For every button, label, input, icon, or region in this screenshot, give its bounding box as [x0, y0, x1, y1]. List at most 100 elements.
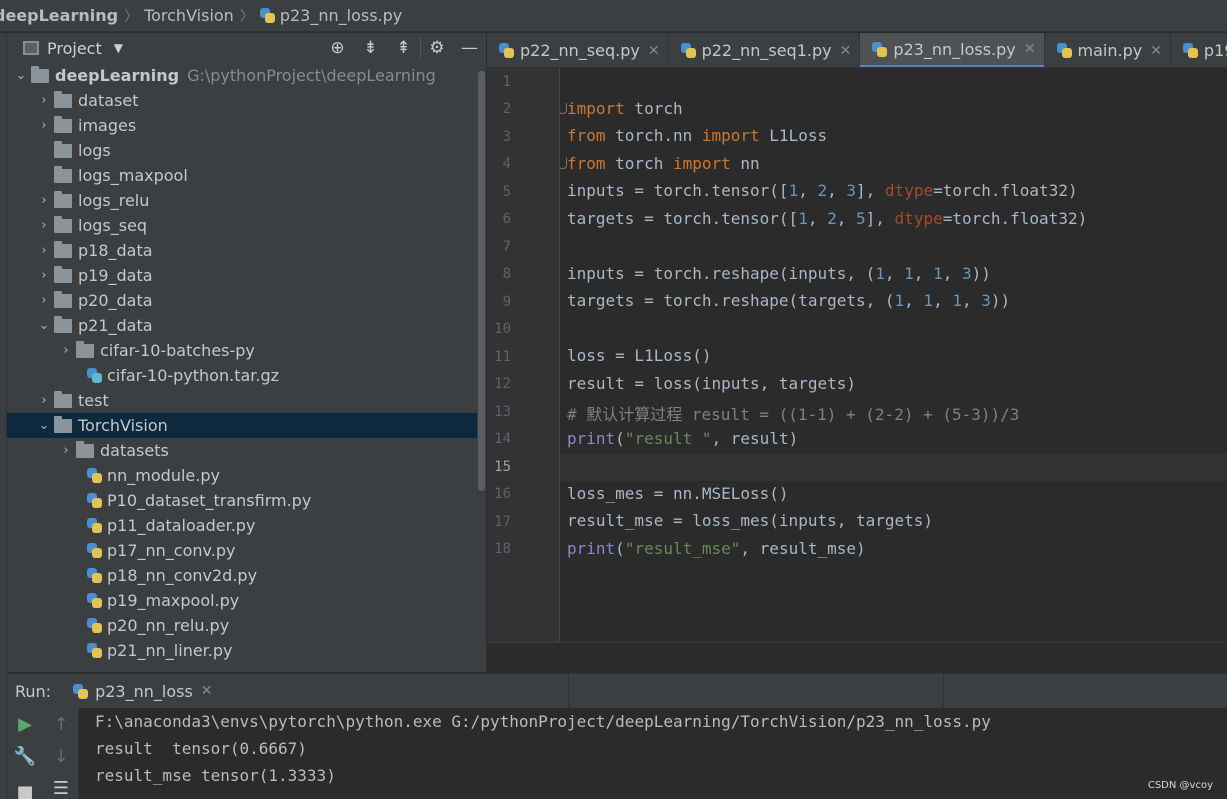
- chevron-right-icon[interactable]: ›: [34, 293, 54, 308]
- folder-icon: [54, 90, 72, 108]
- watermark: CSDN @vcoy: [1147, 780, 1213, 791]
- folder-icon: [54, 140, 72, 158]
- run-console[interactable]: F:\anaconda3\envs\pytorch\python.exe G:/…: [80, 708, 1227, 799]
- gear-icon[interactable]: ⚙: [420, 38, 453, 58]
- python-file-icon: [87, 618, 102, 633]
- close-icon[interactable]: ✕: [840, 43, 852, 59]
- chevron-right-icon[interactable]: ›: [34, 218, 54, 233]
- tree-item-label: logs_maxpool: [78, 166, 188, 185]
- stop-icon[interactable]: ■: [13, 782, 37, 799]
- code-editor[interactable]: import torch from torch.nn import L1Loss…: [560, 68, 1227, 642]
- tree-item-p19[interactable]: p19_maxpool.py: [7, 588, 477, 613]
- code-line-6: targets = torch.tensor([1, 2, 5], dtype=…: [567, 209, 1088, 228]
- console-output-line: result tensor(0.6667): [95, 739, 307, 758]
- tree-item-label: logs: [78, 141, 111, 160]
- close-icon[interactable]: ✕: [201, 683, 213, 699]
- tab-p22-nn-seq1[interactable]: p22_nn_seq1.py ✕: [669, 33, 861, 67]
- tree-item-images[interactable]: › images: [7, 113, 477, 138]
- chevron-right-icon[interactable]: ›: [34, 118, 54, 133]
- current-line-highlight: [560, 454, 1227, 481]
- python-file-icon: [87, 543, 102, 558]
- fold-marker-icon[interactable]: [560, 158, 567, 169]
- line-number: 12: [494, 376, 511, 392]
- tree-item-logs-seq[interactable]: › logs_seq: [7, 213, 477, 238]
- tree-item-p20-data[interactable]: › p20_data: [7, 288, 477, 313]
- folder-icon: [76, 340, 94, 358]
- tree-item-torchvision[interactable]: ⌄ TorchVision: [7, 413, 477, 438]
- tree-item-label: logs_relu: [78, 191, 150, 210]
- tree-item-p19-data[interactable]: › p19_data: [7, 263, 477, 288]
- breadcrumb-project[interactable]: deepLearning: [0, 6, 118, 25]
- tree-item-p21[interactable]: p21_nn_liner.py: [7, 638, 477, 663]
- code-line-13-comment: # 默认计算过程 result = ((1-1) + (2-2) + (5-3)…: [567, 405, 1020, 424]
- soft-wrap-icon[interactable]: ☰: [49, 778, 73, 799]
- tree-item-label: p20_nn_relu.py: [107, 616, 230, 635]
- tree-item-p17[interactable]: p17_nn_conv.py: [7, 538, 477, 563]
- chevron-down-icon[interactable]: ▼: [114, 41, 123, 55]
- tree-item-deeplearning[interactable]: ⌄ deepLearning G:\pythonProject\deepLear…: [7, 63, 477, 88]
- tab-p23-nn-loss[interactable]: p23_nn_loss.py ✕: [860, 33, 1045, 67]
- close-icon[interactable]: ✕: [1150, 43, 1162, 59]
- python-file-icon: [87, 518, 102, 533]
- breadcrumb-file[interactable]: p23_nn_loss.py: [280, 6, 402, 25]
- fold-marker-icon[interactable]: [560, 103, 567, 114]
- crosshair-icon[interactable]: ⊕: [321, 38, 354, 58]
- chevron-right-icon[interactable]: ›: [34, 243, 54, 258]
- python-file-icon: [87, 568, 102, 583]
- tree-item-logs-relu[interactable]: › logs_relu: [7, 188, 477, 213]
- chevron-right-icon[interactable]: ›: [34, 93, 54, 108]
- chevron-right-icon[interactable]: ›: [56, 443, 76, 458]
- arrow-down-icon[interactable]: ↓: [49, 746, 73, 767]
- tree-item-p18[interactable]: p18_nn_conv2d.py: [7, 563, 477, 588]
- tree-item-label: p21_nn_liner.py: [107, 641, 233, 660]
- chevron-down-icon[interactable]: ⌄: [34, 418, 54, 433]
- run-icon[interactable]: ▶: [13, 714, 37, 735]
- breadcrumb-folder[interactable]: TorchVision: [144, 6, 234, 25]
- chevron-right-icon[interactable]: ›: [56, 343, 76, 358]
- project-view-selector[interactable]: Project: [47, 39, 102, 58]
- tree-item-cifar-targz[interactable]: cifar-10-python.tar.gz: [7, 363, 477, 388]
- tree-item-dataset[interactable]: › dataset: [7, 88, 477, 113]
- line-number: 6: [502, 211, 511, 227]
- tree-item-nn-module[interactable]: nn_module.py: [7, 463, 477, 488]
- tree-scrollbar[interactable]: [477, 63, 486, 672]
- tree-item-datasets[interactable]: › datasets: [7, 438, 477, 463]
- tree-item-p21-data[interactable]: ⌄ p21_data: [7, 313, 477, 338]
- tree-item-logs[interactable]: logs: [7, 138, 477, 163]
- tree-item-p11[interactable]: p11_dataloader.py: [7, 513, 477, 538]
- tree-item-label: p17_nn_conv.py: [107, 541, 236, 560]
- line-number: 4: [502, 156, 511, 172]
- close-icon[interactable]: ✕: [1024, 41, 1036, 57]
- tab-main[interactable]: main.py ✕: [1045, 33, 1171, 67]
- chevron-down-icon[interactable]: ⌄: [11, 68, 31, 83]
- minimize-icon[interactable]: —: [453, 38, 486, 58]
- tab-p22-nn-seq[interactable]: p22_nn_seq.py ✕: [487, 33, 669, 67]
- tree-item-test[interactable]: › test: [7, 388, 477, 413]
- tree-item-p20[interactable]: p20_nn_relu.py: [7, 613, 477, 638]
- wrench-icon[interactable]: 🔧: [13, 746, 37, 767]
- folder-icon: [54, 315, 72, 333]
- chevron-right-icon[interactable]: ›: [34, 393, 54, 408]
- line-number: 16: [494, 486, 511, 502]
- code-line-11: loss = L1Loss(): [567, 346, 712, 365]
- folder-icon: [54, 390, 72, 408]
- arrow-up-icon[interactable]: ↑: [49, 714, 73, 735]
- chevron-down-icon[interactable]: ⌄: [34, 318, 54, 333]
- python-file-icon: [680, 43, 696, 58]
- tab-label: p19_max: [1203, 41, 1227, 60]
- tree-item-p10[interactable]: P10_dataset_transfirm.py: [7, 488, 477, 513]
- line-number: 10: [494, 321, 511, 337]
- editor-tabs: p22_nn_seq.py ✕ p22_nn_seq1.py ✕ p23_nn_…: [487, 33, 1227, 68]
- tree-item-cifar-batches[interactable]: › cifar-10-batches-py: [7, 338, 477, 363]
- folder-icon: [54, 415, 72, 433]
- python-file-icon: [1056, 43, 1072, 58]
- tab-p19-max[interactable]: p19_max: [1171, 33, 1227, 67]
- chevron-right-icon[interactable]: ›: [34, 268, 54, 283]
- tree-item-logs-maxpool[interactable]: logs_maxpool: [7, 163, 477, 188]
- expand-all-icon[interactable]: ⇟: [354, 38, 387, 58]
- tree-item-p18-data[interactable]: › p18_data: [7, 238, 477, 263]
- chevron-right-icon[interactable]: ›: [34, 193, 54, 208]
- collapse-all-icon[interactable]: ⇞: [387, 38, 420, 58]
- close-icon[interactable]: ✕: [648, 43, 660, 59]
- run-tab[interactable]: p23_nn_loss ✕: [73, 682, 213, 701]
